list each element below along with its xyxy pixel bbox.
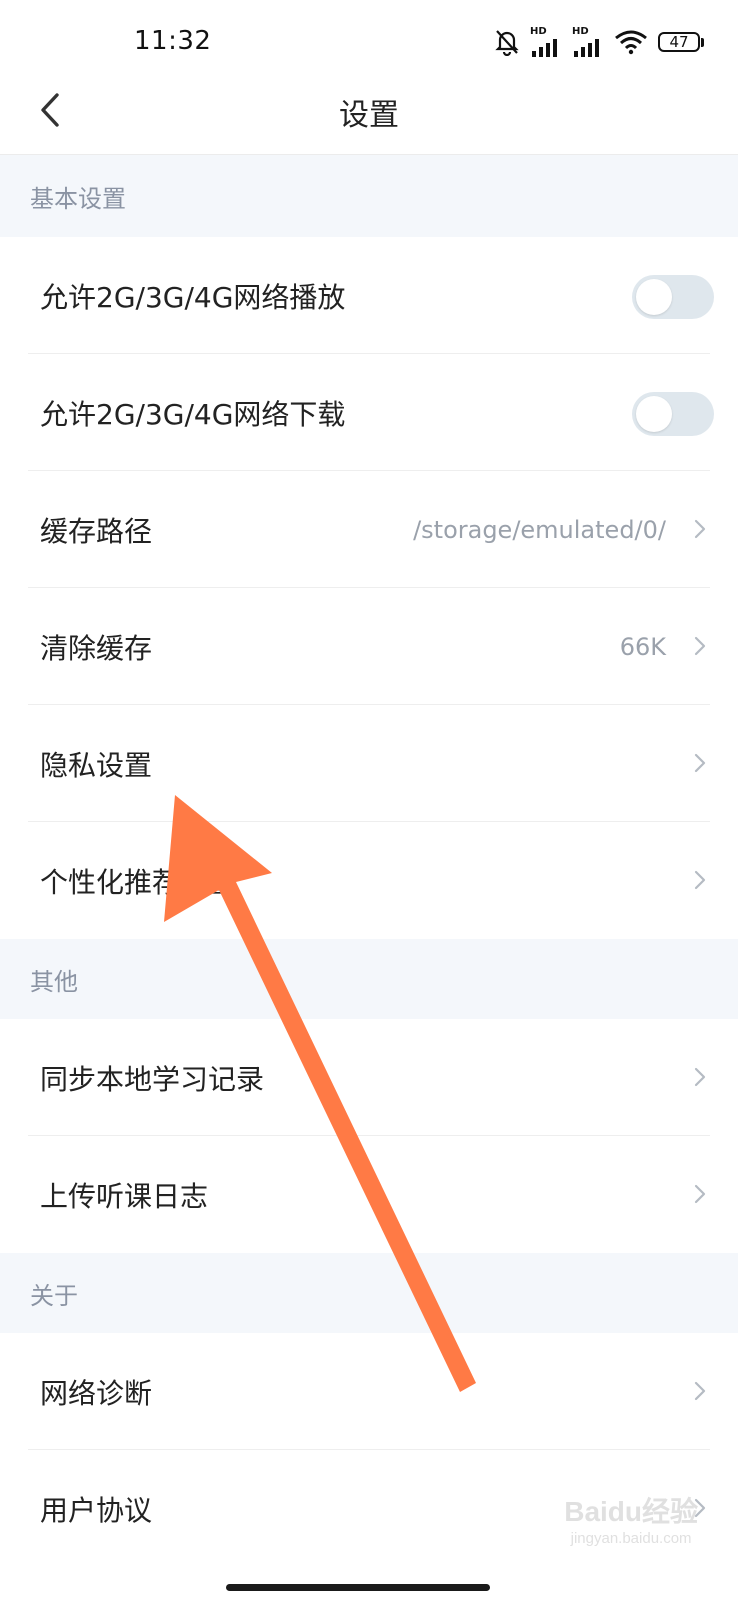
chevron-right-icon [694, 870, 706, 890]
row-label: 缓存路径 [40, 514, 153, 548]
row-label: 个性化推荐设置 [40, 865, 237, 899]
watermark-logo: Baidu经验 [564, 1496, 698, 1527]
row-label: 同步本地学习记录 [40, 1062, 265, 1096]
home-indicator [226, 1584, 490, 1591]
row-network-diagnosis[interactable]: 网络诊断 [0, 1333, 738, 1450]
nav-bar: 设置 [0, 66, 738, 155]
chevron-right-icon [694, 1067, 706, 1087]
row-upload-logs[interactable]: 上传听课日志 [0, 1136, 738, 1253]
row-label: 用户协议 [40, 1493, 153, 1527]
row-mobile-play: 允许2G/3G/4G网络播放 [0, 237, 738, 354]
battery-icon: 47 [658, 32, 704, 52]
chevron-right-icon [694, 519, 706, 539]
row-clear-cache[interactable]: 清除缓存 66K [0, 588, 738, 705]
cache-path-value: /storage/emulated/0/ [413, 515, 666, 544]
row-label: 允许2G/3G/4G网络播放 [40, 280, 346, 314]
baidu-watermark: Baidu经验 jingyan.baidu.com [564, 1490, 698, 1547]
section-header-about: 关于 [0, 1253, 738, 1333]
row-label: 网络诊断 [40, 1376, 153, 1410]
chevron-right-icon [694, 636, 706, 656]
cellular-signal-1-icon: HD [530, 27, 562, 57]
cache-size-value: 66K [619, 632, 666, 661]
status-time: 11:32 [134, 26, 212, 56]
bell-muted-icon [495, 30, 519, 56]
chevron-right-icon [694, 1184, 706, 1204]
row-label: 允许2G/3G/4G网络下载 [40, 397, 346, 431]
row-label: 上传听课日志 [40, 1179, 209, 1213]
row-personalized-recommendation[interactable]: 个性化推荐设置 [0, 822, 738, 939]
section-header-other: 其他 [0, 939, 738, 1019]
cellular-signal-2-icon: HD [572, 27, 604, 57]
status-icons: HD HD 47 [494, 26, 704, 58]
chevron-right-icon [694, 1381, 706, 1401]
toggle-knob [636, 279, 672, 315]
row-label: 清除缓存 [40, 631, 153, 665]
row-label: 隐私设置 [40, 748, 153, 782]
mobile-play-toggle[interactable] [632, 275, 714, 319]
row-sync-local-records[interactable]: 同步本地学习记录 [0, 1019, 738, 1136]
wifi-icon [615, 30, 647, 55]
chevron-right-icon [694, 753, 706, 773]
watermark-url: jingyan.baidu.com [570, 1530, 692, 1547]
page-title: 设置 [339, 98, 399, 133]
row-privacy-settings[interactable]: 隐私设置 [0, 705, 738, 822]
section-header-basic: 基本设置 [0, 155, 738, 237]
toggle-knob [636, 396, 672, 432]
battery-level: 47 [658, 32, 700, 52]
row-cache-path[interactable]: 缓存路径 /storage/emulated/0/ [0, 471, 738, 588]
mobile-download-toggle[interactable] [632, 392, 714, 436]
row-mobile-download: 允许2G/3G/4G网络下载 [0, 354, 738, 471]
